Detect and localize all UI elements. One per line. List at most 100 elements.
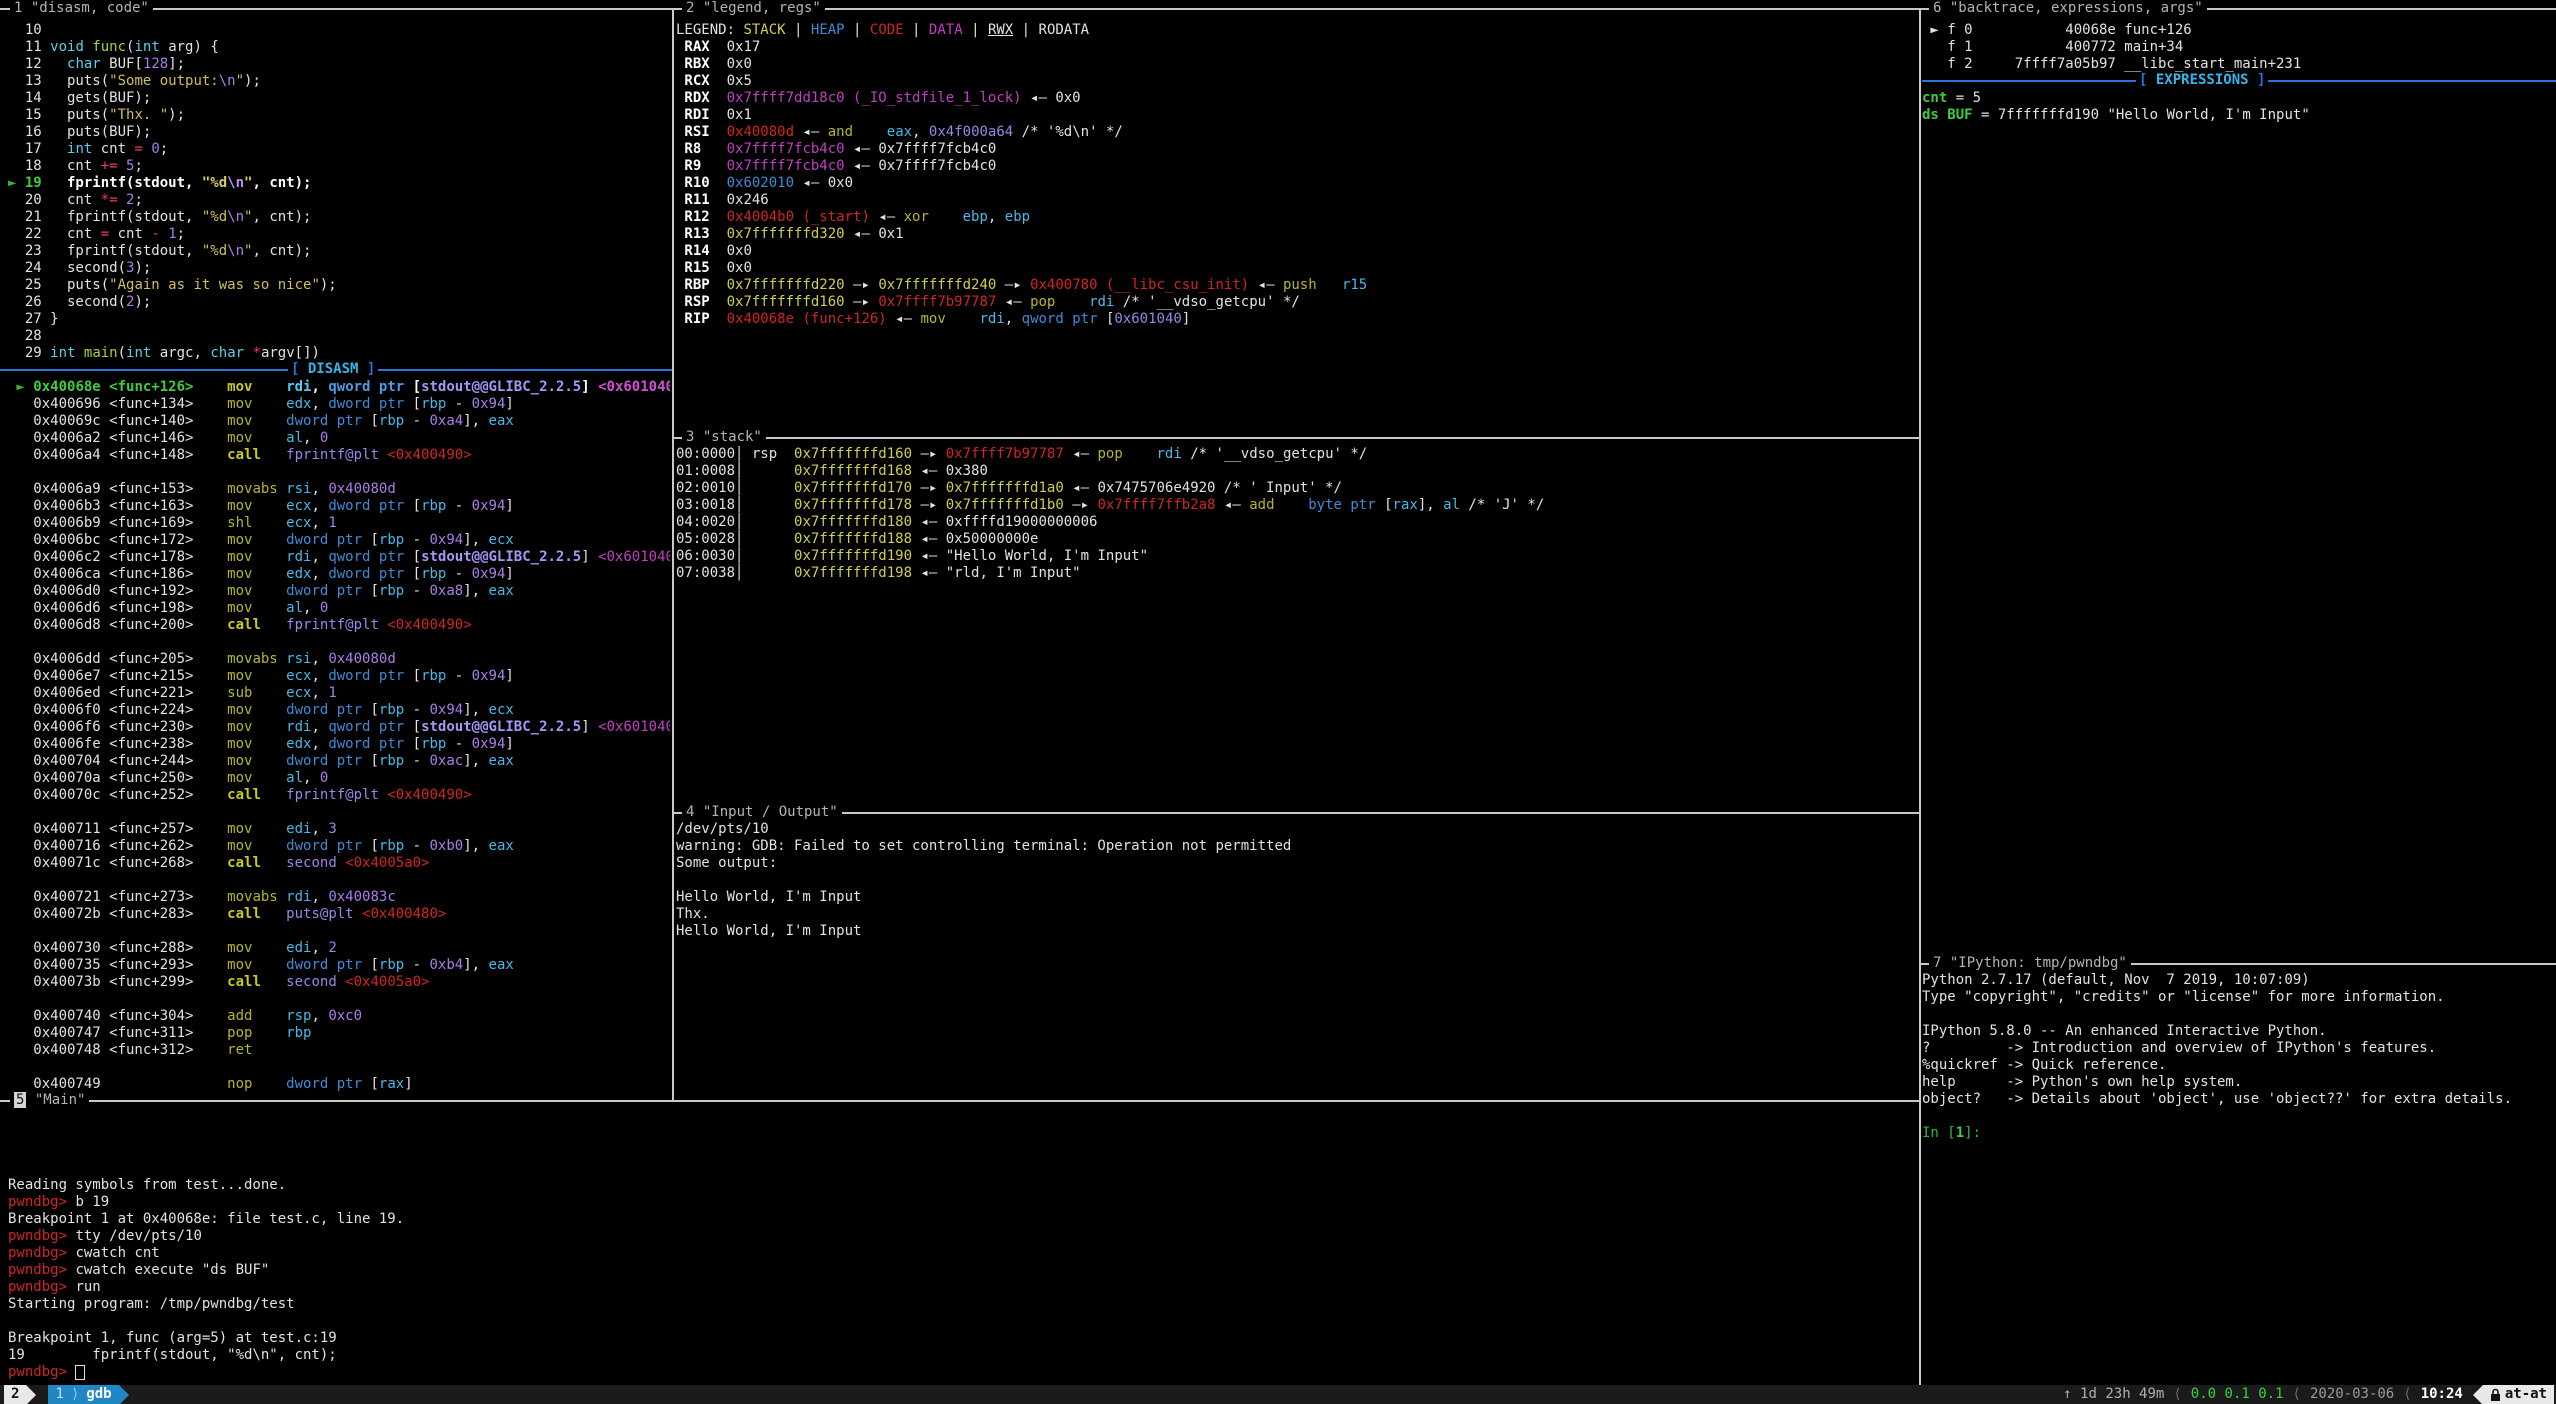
terminal-line: 05:0028│ 0x7fffffffd188 ◂— 0x50000000e — [676, 531, 1917, 548]
terminal-line: 0x40072b <func+283> call puts@plt <0x400… — [8, 906, 670, 923]
text-cursor — [75, 1365, 85, 1380]
terminal-line: 22 cnt = cnt - 1; — [8, 226, 670, 243]
backtrace-panel[interactable]: ► f 0 40068e func+126 f 1 400772 main+34… — [1922, 22, 2554, 73]
terminal-line: pwndbg> b 19 — [8, 1194, 1913, 1211]
terminal-line: object? -> Details about 'object', use '… — [1922, 1091, 2554, 1108]
uptime-indicator: ↑ 1d 23h 49m — [2063, 1386, 2164, 1403]
pane-border-vertical-right[interactable] — [1919, 8, 1921, 1385]
powerline-arrow-icon — [119, 1385, 129, 1404]
terminal-line: 28 — [8, 328, 670, 345]
terminal-line: ► f 0 40068e func+126 — [1922, 22, 2554, 39]
terminal-line — [8, 1126, 1913, 1143]
terminal-line: 12 char BUF[128]; — [8, 56, 670, 73]
terminal-line: 0x40069c <func+140> mov dword ptr [rbp -… — [8, 413, 670, 430]
terminal-line: 0x4006a2 <func+146> mov al, 0 — [8, 430, 670, 447]
pane-title-main: 5 "Main" — [10, 1092, 89, 1109]
terminal-line: 07:0038│ 0x7fffffffd198 ◂— "rld, I'm Inp… — [676, 565, 1917, 582]
terminal-line: R10 0x602010 ◂— 0x0 — [676, 175, 1917, 192]
source-code-listing[interactable]: 10 11 void func(int arg) { 12 char BUF[1… — [8, 22, 670, 362]
terminal-line: 0x400749 nop dword ptr [rax] — [8, 1076, 670, 1093]
terminal-line: 0x4006dd <func+205> movabs rsi, 0x40080d — [8, 651, 670, 668]
terminal-line: Starting program: /tmp/pwndbg/test — [8, 1296, 1913, 1313]
disasm-section-label: [ DISASM ] — [288, 361, 378, 378]
expressions-panel[interactable]: cnt = 5ds BUF = 7fffffffd190 "Hello Worl… — [1922, 90, 2554, 950]
terminal-line — [8, 1313, 1913, 1330]
program-io-panel[interactable]: /dev/pts/10warning: GDB: Failed to set c… — [676, 821, 1917, 1098]
gdb-main-terminal[interactable]: Reading symbols from test...done.pwndbg>… — [8, 1109, 1913, 1383]
terminal-line: RCX 0x5 — [676, 73, 1917, 90]
terminal-line: 3 "stack" — [686, 429, 762, 446]
terminal-line: RSI 0x40080d ◂— and eax, 0x4f000a64 /* '… — [676, 124, 1917, 141]
ipython-terminal[interactable]: Python 2.7.17 (default, Nov 7 2019, 10:0… — [1922, 972, 2554, 1377]
terminal-line: 02:0010│ 0x7fffffffd170 —▸ 0x7fffffffd1a… — [676, 480, 1917, 497]
terminal-line: 10 — [8, 22, 670, 39]
terminal-line: 01:0008│ 0x7fffffffd168 ◂— 0x380 — [676, 463, 1917, 480]
terminal-line: 0x4006f0 <func+224> mov dword ptr [rbp -… — [8, 702, 670, 719]
terminal-line: 0x400730 <func+288> mov edi, 2 — [8, 940, 670, 957]
terminal-line — [8, 1059, 670, 1076]
terminal-line: [ DISASM ] — [291, 361, 375, 378]
stack-panel[interactable]: 00:0000│ rsp 0x7fffffffd160 —▸ 0x7ffff7b… — [676, 446, 1917, 810]
pane-title-stack: 3 "stack" — [682, 429, 766, 446]
window-index-badge[interactable]: 2 — [4, 1385, 26, 1404]
terminal-line: 0x400696 <func+134> mov edx, dword ptr [… — [8, 396, 670, 413]
tmux-status-bar: 2 1 ⟩ gdb ↑ 1d 23h 49m ⟨ 0.0 0.1 0.1 ⟨ 2… — [0, 1385, 2556, 1404]
terminal-line: RBP 0x7fffffffd220 —▸ 0x7fffffffd240 —▸ … — [676, 277, 1917, 294]
active-window-tab[interactable]: 1 ⟩ gdb — [48, 1385, 118, 1404]
terminal-line: In [1]: — [1922, 1125, 2554, 1142]
terminal-line: 14 gets(BUF); — [8, 90, 670, 107]
terminal-line — [8, 634, 670, 651]
terminal-line: 6 "backtrace, expressions, args" — [1933, 0, 2203, 17]
expressions-section-label: [ EXPRESSIONS ] — [2136, 72, 2268, 89]
terminal-line: RBX 0x0 — [676, 56, 1917, 73]
terminal-line: 20 cnt *= 2; — [8, 192, 670, 209]
terminal-line: %quickref -> Quick reference. — [1922, 1057, 2554, 1074]
terminal-line: 18 cnt += 5; — [8, 158, 670, 175]
pane-border-main[interactable] — [0, 1100, 1919, 1102]
terminal-line: 0x4006b9 <func+169> shl ecx, 1 — [8, 515, 670, 532]
window-name: gdb — [86, 1386, 111, 1403]
status-clock: 10:24 — [2421, 1386, 2463, 1403]
terminal-line: 0x400747 <func+311> pop rbp — [8, 1025, 670, 1042]
terminal-line — [8, 464, 670, 481]
terminal-line: /dev/pts/10 — [676, 821, 1917, 838]
terminal-line: 16 puts(BUF); — [8, 124, 670, 141]
powerline-arrow-icon — [2473, 1385, 2483, 1404]
terminal-line: 0x4006fe <func+238> mov edx, dword ptr [… — [8, 736, 670, 753]
terminal-line: pwndbg> cwatch cnt — [8, 1245, 1913, 1262]
registers-panel[interactable]: LEGEND: STACK | HEAP | CODE | DATA | RWX… — [676, 22, 1917, 434]
terminal-line: 0x400748 <func+312> ret — [8, 1042, 670, 1059]
terminal-line: 17 int cnt = 0; — [8, 141, 670, 158]
disassembly-listing[interactable]: ► 0x40068e <func+126> mov rdi, qword ptr… — [8, 379, 670, 1098]
terminal-line: 0x4006ed <func+221> sub ecx, 1 — [8, 685, 670, 702]
terminal-line — [8, 1109, 1913, 1126]
terminal-line: 0x4006a4 <func+148> call fprintf@plt <0x… — [8, 447, 670, 464]
terminal-line: R13 0x7fffffffd320 ◂— 0x1 — [676, 226, 1917, 243]
terminal-line: 0x4006a9 <func+153> movabs rsi, 0x40080d — [8, 481, 670, 498]
terminal-line: R12 0x4004b0 (_start) ◂— xor ebp, ebp — [676, 209, 1917, 226]
terminal-line: pwndbg> cwatch execute "ds BUF" — [8, 1262, 1913, 1279]
pane-title-backtrace: 6 "backtrace, expressions, args" — [1929, 0, 2207, 17]
pane-border-stack[interactable] — [672, 437, 1919, 439]
terminal-line: 19 fprintf(stdout, "%d\n", cnt); — [8, 1347, 1913, 1364]
terminal-line: 0x400740 <func+304> add rsp, 0xc0 — [8, 1008, 670, 1025]
terminal-line: Breakpoint 1 at 0x40068e: file test.c, l… — [8, 1211, 1913, 1228]
terminal-line: f 2 7ffff7a05b97 __libc_start_main+231 — [1922, 56, 2554, 73]
pane-border-vertical-left[interactable] — [672, 8, 674, 1100]
terminal-line: 0x4006d6 <func+198> mov al, 0 — [8, 600, 670, 617]
terminal-line: 23 fprintf(stdout, "%d\n", cnt); — [8, 243, 670, 260]
terminal-line: R14 0x0 — [676, 243, 1917, 260]
pane-title-io: 4 "Input / Output" — [682, 804, 842, 821]
terminal-line: 0x4006ca <func+186> mov edx, dword ptr [… — [8, 566, 670, 583]
status-left: 2 1 ⟩ gdb — [0, 1385, 129, 1404]
pane-title-legend-regs: 2 "legend, regs" — [682, 0, 825, 17]
pane-title-disasm-code: 1 "disasm, code" — [10, 0, 153, 17]
terminal-line: 29 int main(int argc, char *argv[]) — [8, 345, 670, 362]
terminal-line: 0x400704 <func+244> mov dword ptr [rbp -… — [8, 753, 670, 770]
terminal-line — [8, 804, 670, 821]
load-average: 0.0 0.1 0.1 — [2191, 1386, 2284, 1403]
terminal-line: cnt = 5 — [1922, 90, 2554, 107]
terminal-line: 0x400735 <func+293> mov dword ptr [rbp -… — [8, 957, 670, 974]
pane-border-io[interactable] — [672, 812, 1919, 814]
terminal-line — [676, 872, 1917, 889]
